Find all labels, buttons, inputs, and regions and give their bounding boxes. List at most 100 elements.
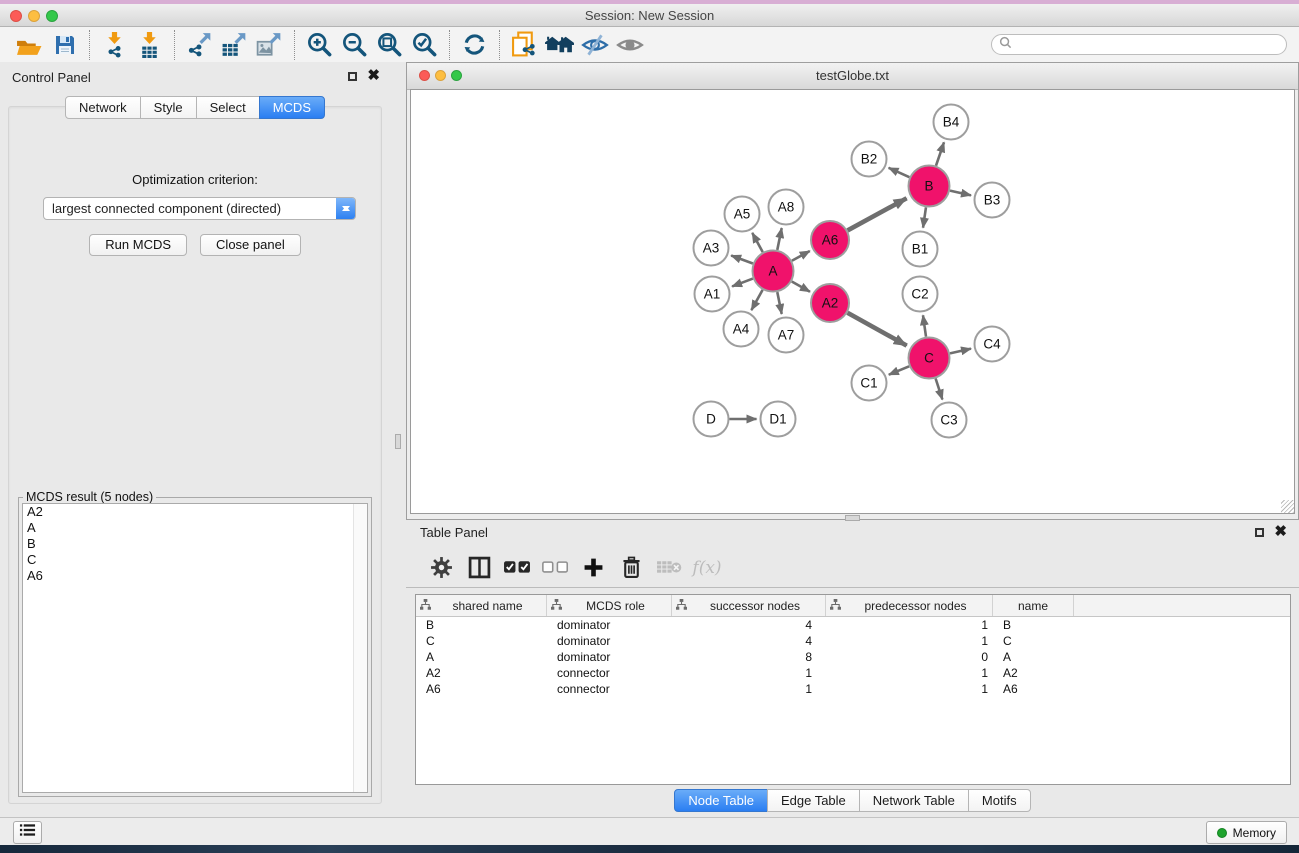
graph-node-C[interactable]: C [909,338,950,379]
graph-edge-B-B4[interactable] [936,142,944,165]
graph-node-A5[interactable]: A5 [725,197,760,232]
mcds-result-item[interactable]: C [23,552,367,568]
table-tab-node-table[interactable]: Node Table [674,789,768,812]
graph-edge-C-C1[interactable] [889,366,909,374]
graph-node-B4[interactable]: B4 [934,105,969,140]
task-history-button[interactable] [13,821,42,844]
graph-edge-A2-C[interactable] [847,313,906,346]
zoom-in-icon[interactable] [302,29,337,60]
export-network-icon[interactable] [182,29,217,60]
new-session-icon[interactable] [507,29,542,60]
graph-edge-B-B1[interactable] [923,207,926,227]
tab-select[interactable]: Select [196,96,260,119]
graph-node-A1[interactable]: A1 [695,277,730,312]
refresh-icon[interactable] [457,29,492,60]
close-panel-button[interactable]: Close panel [200,234,301,256]
graph-edge-A-A7[interactable] [777,292,781,314]
float-panel-icon[interactable] [348,72,357,81]
table-row[interactable]: Adominator80A [416,649,1290,665]
graph-edge-C-C3[interactable] [936,378,943,399]
graph-edge-A-A3[interactable] [731,255,753,263]
graph-node-A2[interactable]: A2 [811,284,849,322]
graph-edge-A-A4[interactable] [751,290,762,310]
deselect-all-icon[interactable] [536,553,574,583]
show-panels-icon[interactable] [612,29,647,60]
export-image-icon[interactable] [252,29,287,60]
table-tab-network-table[interactable]: Network Table [859,789,969,812]
graph-edge-A-A1[interactable] [732,279,753,287]
float-table-panel-icon[interactable] [1255,528,1264,537]
tab-mcds[interactable]: MCDS [259,96,325,119]
graph-edge-A-A8[interactable] [777,228,781,250]
graph-edge-C-C2[interactable] [923,315,926,336]
graph-edge-A6-B[interactable] [848,198,907,230]
import-table-icon[interactable] [132,29,167,60]
graph-node-A7[interactable]: A7 [769,318,804,353]
gear-icon[interactable] [422,553,460,583]
divider-grabber-icon[interactable] [395,434,401,449]
open-folder-icon[interactable] [12,29,47,60]
panel-divider-horizontal[interactable] [845,515,860,521]
graph-node-B1[interactable]: B1 [903,232,938,267]
column-header-successor-nodes[interactable]: successor nodes [672,595,826,616]
graph-node-C3[interactable]: C3 [932,403,967,438]
graph-node-C4[interactable]: C4 [975,327,1010,362]
table-row[interactable]: A6connector11A6 [416,681,1290,697]
table-tab-edge-table[interactable]: Edge Table [767,789,860,812]
search-box[interactable] [991,34,1287,55]
tab-network[interactable]: Network [65,96,141,119]
table-row[interactable]: Bdominator41B [416,617,1290,633]
column-header-name[interactable]: name [993,595,1074,616]
zoom-fit-icon[interactable] [372,29,407,60]
mcds-result-item[interactable]: A6 [23,568,367,584]
graph-edge-B-B3[interactable] [950,191,971,196]
graph-node-B3[interactable]: B3 [975,183,1010,218]
graph-edge-A-A2[interactable] [792,282,810,292]
run-mcds-button[interactable]: Run MCDS [89,234,187,256]
mcds-list-scrollbar[interactable] [353,504,367,792]
hide-panels-icon[interactable] [577,29,612,60]
graph-edge-A-A5[interactable] [752,233,762,252]
table-tab-motifs[interactable]: Motifs [968,789,1031,812]
graph-edge-B-B2[interactable] [889,168,910,177]
import-network-icon[interactable] [97,29,132,60]
graph-edge-C-C4[interactable] [950,349,971,354]
mcds-result-list[interactable]: A2ABCA6 [22,503,368,793]
table-row[interactable]: Cdominator41C [416,633,1290,649]
graph-node-B[interactable]: B [909,166,950,207]
add-column-icon[interactable] [574,553,612,583]
zoom-out-icon[interactable] [337,29,372,60]
mcds-result-item[interactable]: A [23,520,367,536]
graph-node-A[interactable]: A [753,251,794,292]
graph-node-A6[interactable]: A6 [811,221,849,259]
split-panel-icon[interactable] [460,553,498,583]
trash-icon[interactable] [612,553,650,583]
graph-node-A4[interactable]: A4 [724,312,759,347]
search-input[interactable] [1017,37,1279,53]
memory-button[interactable]: Memory [1206,821,1287,844]
graph-node-B2[interactable]: B2 [852,142,887,177]
home-icon[interactable] [542,29,577,60]
graph-node-C2[interactable]: C2 [903,277,938,312]
mcds-result-item[interactable]: A2 [23,504,367,520]
zoom-selected-icon[interactable] [407,29,442,60]
column-header-MCDS-role[interactable]: MCDS role [547,595,672,616]
export-table-icon[interactable] [217,29,252,60]
table-row[interactable]: A2connector11A2 [416,665,1290,681]
column-header-predecessor-nodes[interactable]: predecessor nodes [826,595,993,616]
graph-node-A8[interactable]: A8 [769,190,804,225]
tab-style[interactable]: Style [140,96,197,119]
column-header-shared-name[interactable]: shared name [416,595,547,616]
mcds-result-item[interactable]: B [23,536,367,552]
close-table-panel-icon[interactable]: ✖ [1274,527,1287,537]
save-session-icon[interactable] [47,29,82,60]
graph-node-D[interactable]: D [694,402,729,437]
panel-divider-vertical[interactable] [390,62,406,817]
resize-grip-icon[interactable] [1281,500,1294,513]
close-panel-icon[interactable]: ✖ [367,71,380,81]
graph-node-A3[interactable]: A3 [694,231,729,266]
graph-edge-A-A6[interactable] [792,251,810,261]
graph-node-C1[interactable]: C1 [852,366,887,401]
criterion-select[interactable]: largest connected component (directed) [43,197,356,220]
graph-node-D1[interactable]: D1 [761,402,796,437]
